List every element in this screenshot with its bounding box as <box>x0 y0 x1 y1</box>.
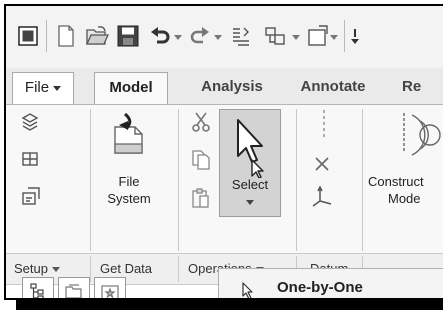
new-file-icon[interactable] <box>54 23 78 49</box>
chevron-down-icon <box>51 267 60 273</box>
undo-dropdown-icon[interactable] <box>174 35 182 40</box>
tab-analysis[interactable]: Analysis <box>186 72 278 104</box>
tab-annotate[interactable]: Annotate <box>288 72 378 104</box>
group-setup-label: Setup <box>14 261 48 276</box>
close-window-icon[interactable] <box>306 23 330 49</box>
open-file-icon[interactable] <box>84 23 110 49</box>
chevron-down-icon <box>53 85 62 91</box>
construction-mode-icon[interactable] <box>384 109 442 170</box>
model-tree-tab[interactable] <box>22 277 54 298</box>
redo-icon[interactable] <box>188 23 212 49</box>
units-icon[interactable] <box>20 149 40 174</box>
favorites-tab[interactable] <box>94 277 126 298</box>
toolbar-separator <box>344 20 345 52</box>
select-dropdown-menu: One-by-One <box>218 268 443 298</box>
group-separator <box>90 256 91 282</box>
cut-icon[interactable] <box>191 111 211 138</box>
toolbar-separator <box>46 20 47 52</box>
construction-mode-label-line2: Mode <box>388 191 421 206</box>
windows-dropdown-icon[interactable] <box>292 35 300 40</box>
tab-render[interactable]: Re <box>402 72 432 104</box>
group-separator <box>362 109 363 251</box>
copy-icon[interactable] <box>191 149 211 176</box>
coordinate-system-icon[interactable] <box>310 185 334 214</box>
chevron-down-icon <box>246 200 254 205</box>
plane-icon[interactable] <box>318 109 330 144</box>
regenerate-icon[interactable] <box>228 23 254 49</box>
redo-dropdown-icon[interactable] <box>214 35 222 40</box>
tab-model[interactable]: Model <box>94 72 168 104</box>
windows-icon[interactable] <box>262 23 288 49</box>
creo-window: File Model Analysis Annotate Re File Sys… <box>4 4 443 300</box>
file-system-label-line2: System <box>107 191 151 206</box>
folder-icon <box>65 283 82 298</box>
undo-icon[interactable] <box>148 23 172 49</box>
group-separator <box>296 109 297 251</box>
select-button[interactable]: Select <box>219 109 281 217</box>
select-label: Select <box>231 177 269 192</box>
file-system-icon[interactable] <box>109 112 147 160</box>
select-arrow-icon <box>237 119 264 178</box>
group-separator <box>178 109 179 251</box>
close-window-dropdown-icon[interactable] <box>330 35 338 40</box>
folder-browser-tab[interactable] <box>58 277 90 298</box>
ribbon-tab-bar: File Model Analysis Annotate Re <box>6 68 443 105</box>
save-icon[interactable] <box>116 23 140 49</box>
window-menu-icon[interactable] <box>16 23 40 49</box>
construction-mode-button[interactable]: Construct Mode <box>368 173 443 207</box>
tab-file-label: File <box>24 79 50 96</box>
window-shadow <box>16 300 443 310</box>
customize-toolbar-icon[interactable] <box>350 23 360 49</box>
tab-file[interactable]: File <box>12 72 74 104</box>
group-separator <box>178 256 179 282</box>
ribbon-panel: File System Select Construct Mode <box>6 105 443 253</box>
model-tree-icon <box>30 282 44 298</box>
menu-item-one-by-one[interactable]: One-by-One <box>277 279 363 296</box>
point-icon[interactable] <box>312 155 332 178</box>
favorites-icon <box>101 284 119 298</box>
material-icon[interactable] <box>20 111 40 136</box>
pointer-icon <box>242 282 253 298</box>
group-separator <box>90 109 91 251</box>
paste-icon[interactable] <box>191 187 211 214</box>
file-system-label-line1: File <box>118 174 140 189</box>
relations-icon[interactable] <box>20 185 42 212</box>
construction-mode-label-line1: Construct <box>368 174 424 189</box>
file-system-button[interactable]: File System <box>98 173 160 207</box>
quick-access-toolbar <box>6 6 443 69</box>
